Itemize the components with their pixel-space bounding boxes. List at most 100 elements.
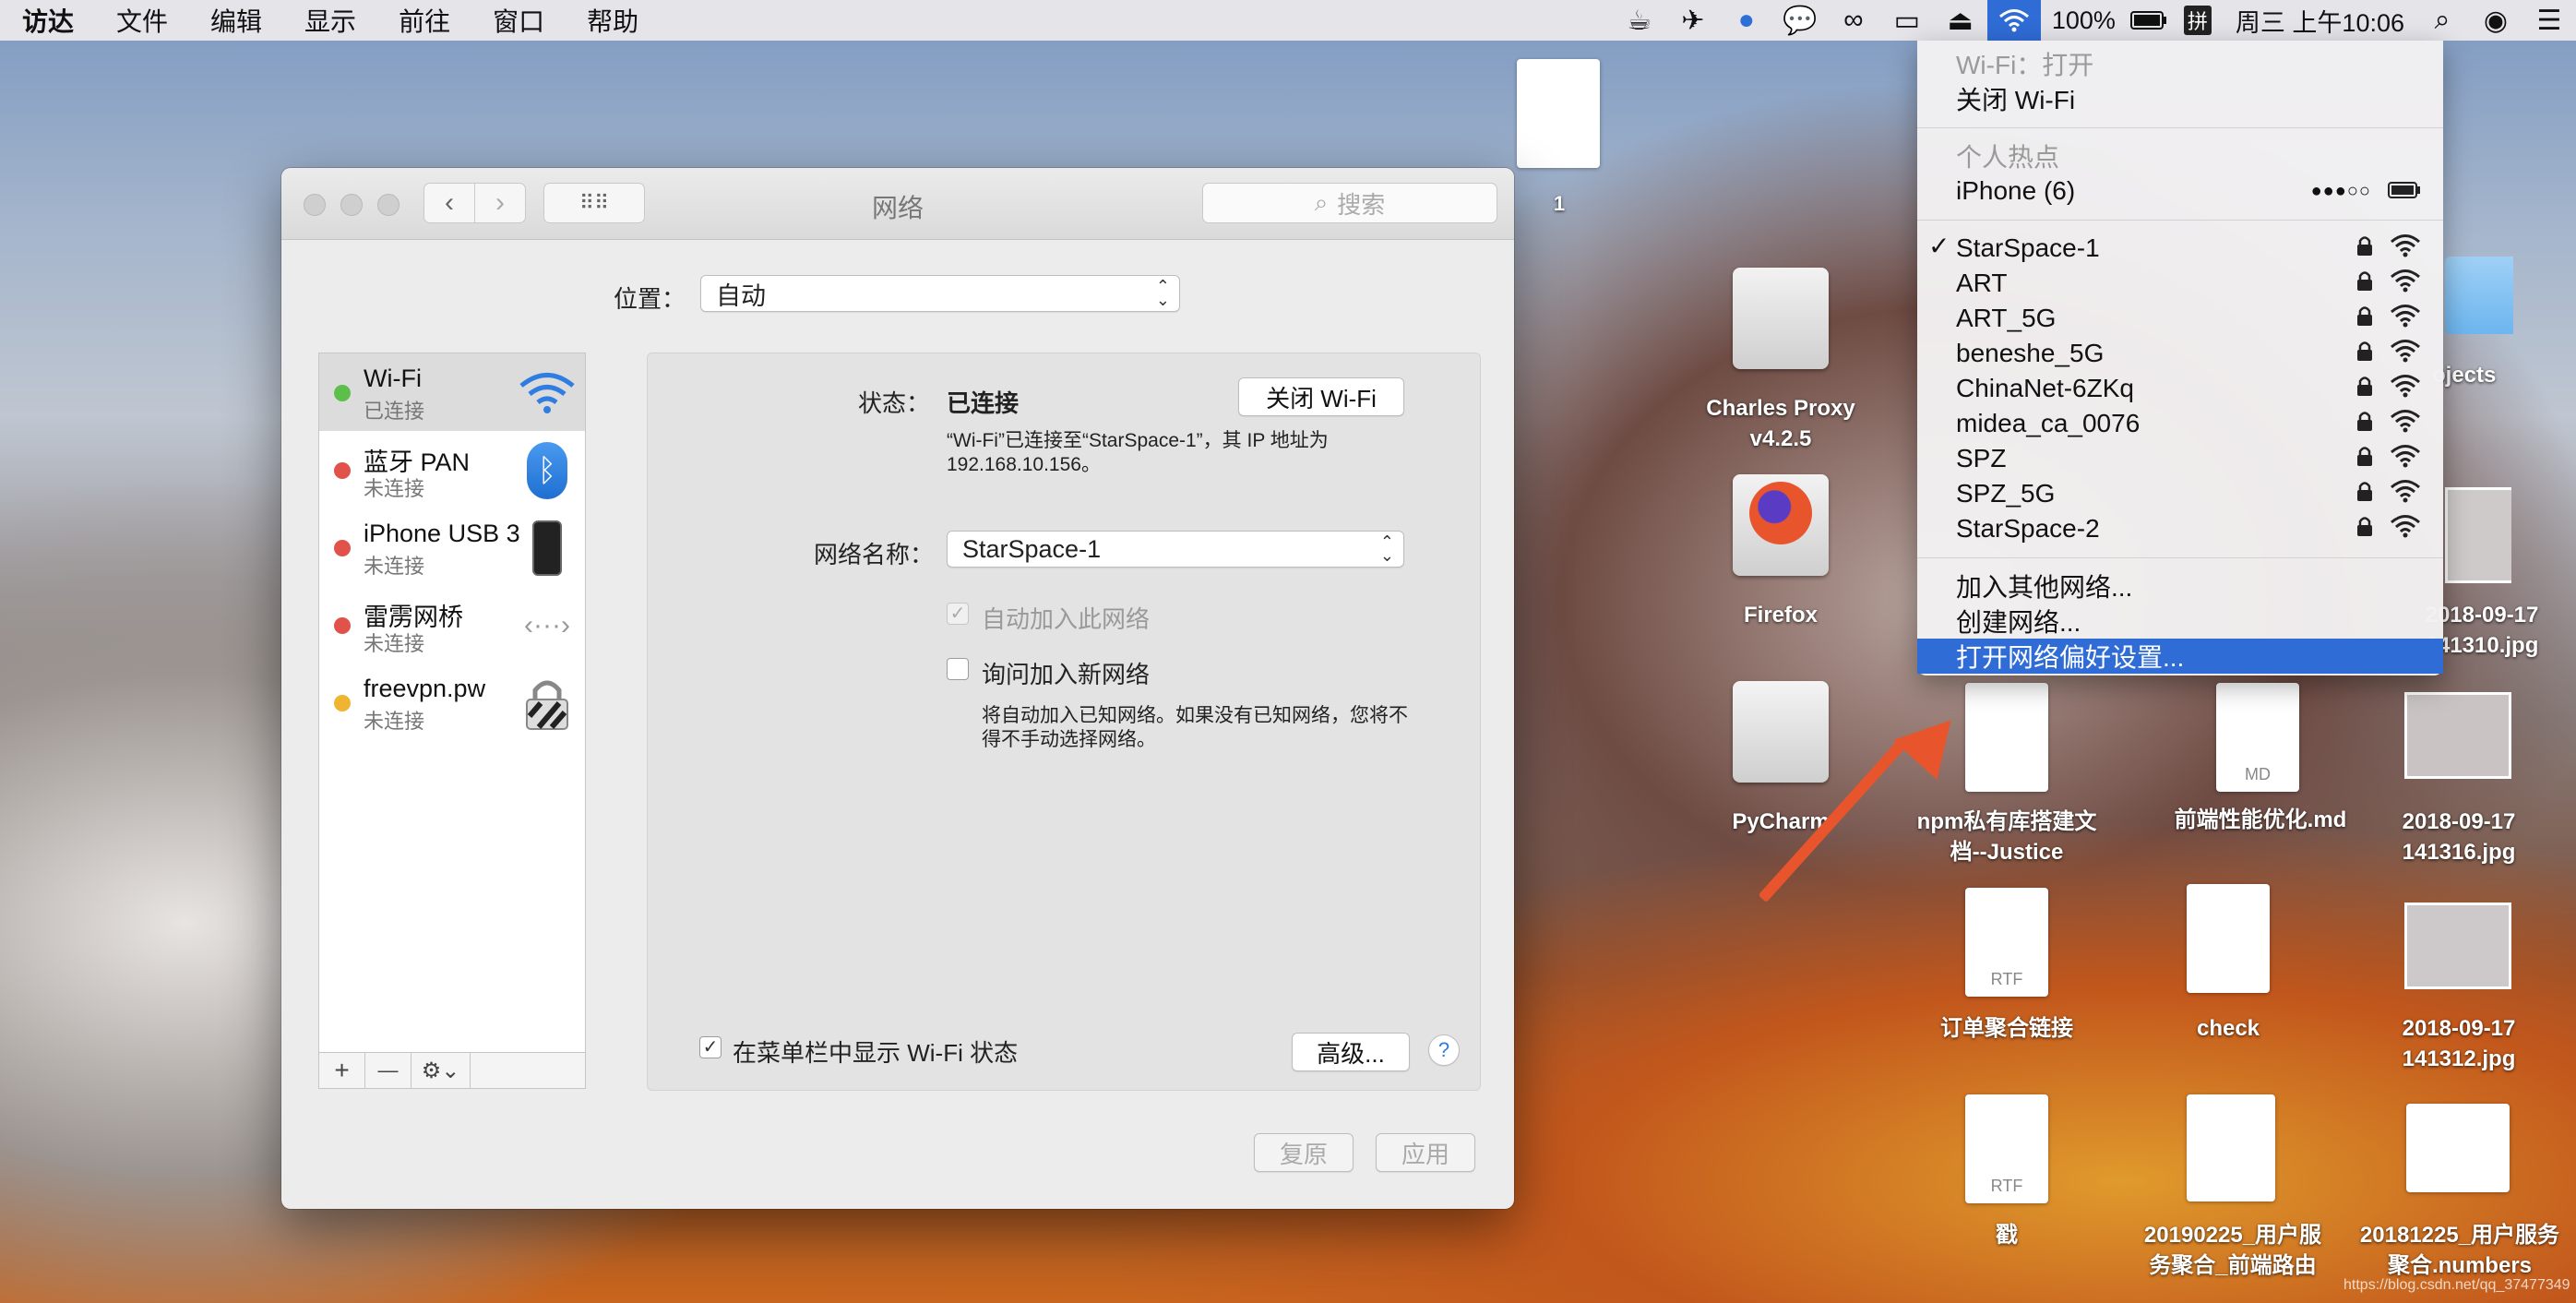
gear-menu-button[interactable]: ⚙⌄ (411, 1053, 471, 1088)
firefox-app-icon[interactable] (1733, 474, 1829, 576)
menu-window[interactable]: 窗口 (471, 2, 566, 39)
network-item[interactable]: beneshe_5G (1917, 336, 2443, 371)
menu-separator (1917, 127, 2443, 128)
status-label: 状态： (858, 389, 931, 417)
service-item-wifi[interactable]: Wi-Fi 已连接 (319, 353, 585, 431)
network-name: beneshe_5G (1956, 339, 2105, 367)
apply-button[interactable]: 应用 (1376, 1133, 1475, 1172)
network-item[interactable]: SPZ (1917, 441, 2443, 476)
network-item[interactable]: ✓ StarSpace-1 (1917, 231, 2443, 266)
wifi-menubar-icon[interactable] (1986, 0, 2041, 41)
iphone-icon (519, 520, 576, 577)
elephant-icon[interactable]: ● (1720, 0, 1773, 41)
add-service-button[interactable]: + (319, 1053, 365, 1088)
service-status: 未连接 (364, 477, 425, 500)
jpg-141316-label: 2018-09-17 141316.jpg (2402, 809, 2516, 865)
bird-icon[interactable]: ✈ (1666, 0, 1720, 41)
service-name: Wi-Fi (364, 365, 422, 392)
numbers-file-20190225-icon[interactable] (2187, 1094, 2275, 1201)
input-method-icon[interactable]: 拼 (2171, 0, 2224, 41)
wechat-icon[interactable]: 💬 (1773, 0, 1827, 41)
location-popup[interactable]: 自动 ⌃ ⌄ (700, 275, 1180, 312)
network-item[interactable]: ART (1917, 266, 2443, 301)
creative-cloud-icon[interactable]: ∞ (1827, 0, 1880, 41)
network-name: SPZ_5G (1956, 479, 2056, 508)
lock-icon (2356, 233, 2373, 263)
markdown-file-icon[interactable]: MD (2216, 683, 2299, 792)
cup-icon[interactable]: ☕ (1613, 0, 1666, 41)
display-icon[interactable]: ▭ (1880, 0, 1934, 41)
status-dot (334, 617, 351, 634)
turn-off-wifi-button[interactable]: 关闭 Wi-Fi (1238, 377, 1404, 416)
notification-center-icon[interactable]: ☰ (2522, 0, 2576, 41)
show-in-menubar-checkbox[interactable]: ✓ (699, 1036, 722, 1058)
rtf-order-file-icon[interactable]: RTF (1965, 888, 2048, 997)
popup-arrows-icon: ⌃ ⌄ (1379, 532, 1394, 565)
remove-service-button[interactable]: — (365, 1053, 411, 1088)
menu-view[interactable]: 显示 (283, 2, 377, 39)
service-item-iphone-usb[interactable]: iPhone USB 3 未连接 (319, 508, 585, 586)
airplay-icon[interactable]: ⏏ (1934, 0, 1987, 41)
hotspot-iphone-item[interactable]: iPhone (6) ●●●○○ (1917, 173, 2443, 209)
create-network-item[interactable]: 创建网络... (1917, 604, 2443, 639)
desktop-file-1-icon[interactable] (1517, 59, 1600, 168)
menu-finder[interactable]: 访达 (0, 2, 95, 39)
folder-label: ojects (2432, 363, 2497, 388)
siri-icon[interactable]: ◉ (2469, 0, 2522, 41)
network-name: SPZ (1956, 444, 2007, 472)
lock-icon (2356, 514, 2373, 544)
pycharm-app-icon[interactable] (1733, 681, 1829, 783)
service-item-freevpn[interactable]: freevpn.pw 未连接 (319, 663, 585, 741)
wifi-signal-icon (2390, 304, 2421, 334)
auto-join-checkbox[interactable]: ✓ (947, 603, 969, 625)
menu-go[interactable]: 前往 (377, 2, 471, 39)
menu-edit[interactable]: 编辑 (189, 2, 283, 39)
search-field[interactable]: ⌕ 搜索 (1202, 183, 1497, 223)
check-file-icon[interactable] (2187, 884, 2270, 993)
menu-bar: 访达 文件 编辑 显示 前往 窗口 帮助 ☕ ✈ ● 💬 ∞ ▭ ⏏ 100% … (0, 0, 2576, 41)
network-item[interactable]: midea_ca_0076 (1917, 406, 2443, 441)
menu-file[interactable]: 文件 (95, 2, 189, 39)
rtf-poke-file-icon[interactable]: RTF (1965, 1094, 2048, 1203)
battery-percent[interactable]: 100% (2041, 6, 2127, 35)
wifi-status-item: Wi-Fi：打开 (1956, 51, 2094, 79)
open-network-preferences-item[interactable]: 打开网络偏好设置... (1917, 639, 2443, 674)
jpg-thumbnail-141312-icon[interactable] (2404, 903, 2511, 989)
revert-button[interactable]: 复原 (1254, 1133, 1354, 1172)
spotlight-search-icon[interactable]: ⌕ (2415, 0, 2469, 41)
status-value: 已连接 (947, 389, 1020, 417)
network-name: ChinaNet-6ZKq (1956, 374, 2134, 402)
clock[interactable]: 周三 上午10:06 (2224, 3, 2415, 39)
network-item[interactable]: ChinaNet-6ZKq (1917, 371, 2443, 406)
network-item[interactable]: SPZ_5G (1917, 476, 2443, 511)
turn-off-wifi-menu-item[interactable]: 关闭 Wi-Fi (1917, 81, 2443, 116)
check-file-label: check (2196, 1016, 2260, 1041)
npm-doc-icon[interactable] (1965, 683, 2048, 792)
wifi-dropdown-menu: Wi-Fi：打开 关闭 Wi-Fi 个人热点 iPhone (6) ●●●○○ … (1917, 41, 2443, 675)
ask-join-label: 询问加入新网络 (982, 661, 1151, 688)
battery-icon[interactable] (2127, 0, 2171, 41)
numbers-file-20181225-icon[interactable] (2406, 1104, 2510, 1192)
bluetooth-icon: ᛒ (519, 442, 576, 499)
menu-help[interactable]: 帮助 (566, 2, 660, 39)
network-item[interactable]: ART_5G (1917, 301, 2443, 336)
wifi-signal-icon (2390, 374, 2421, 404)
advanced-button[interactable]: 高级... (1292, 1033, 1410, 1071)
jpg-thumbnail-141316-icon[interactable] (2404, 692, 2511, 779)
join-other-network-item[interactable]: 加入其他网络... (1917, 568, 2443, 604)
jpg-141312-label: 2018-09-17 141312.jpg (2402, 1016, 2516, 1071)
ask-join-description-line2: 得不手动选择网络。 (982, 729, 1156, 750)
ask-join-checkbox[interactable] (947, 658, 969, 680)
network-name-popup[interactable]: StarSpace-1 ⌃ ⌄ (947, 531, 1404, 568)
help-button[interactable]: ? (1428, 1034, 1460, 1066)
hotspot-header: 个人热点 (1956, 143, 2060, 172)
firefox-logo-icon (1749, 482, 1812, 544)
service-item-bluetooth-pan[interactable]: 蓝牙 PAN 未连接 ᛒ (319, 431, 585, 508)
charles-proxy-app-icon[interactable] (1733, 268, 1829, 369)
folder-icon[interactable] (2445, 257, 2513, 334)
jpg-thumbnail-141310-icon[interactable] (2445, 487, 2511, 583)
location-value: 自动 (716, 281, 766, 310)
network-item[interactable]: StarSpace-2 (1917, 511, 2443, 546)
service-item-thunderbolt-bridge[interactable]: 雷雳网桥 未连接 ‹···› (319, 586, 585, 663)
annotation-arrowhead-2 (1892, 700, 1974, 780)
